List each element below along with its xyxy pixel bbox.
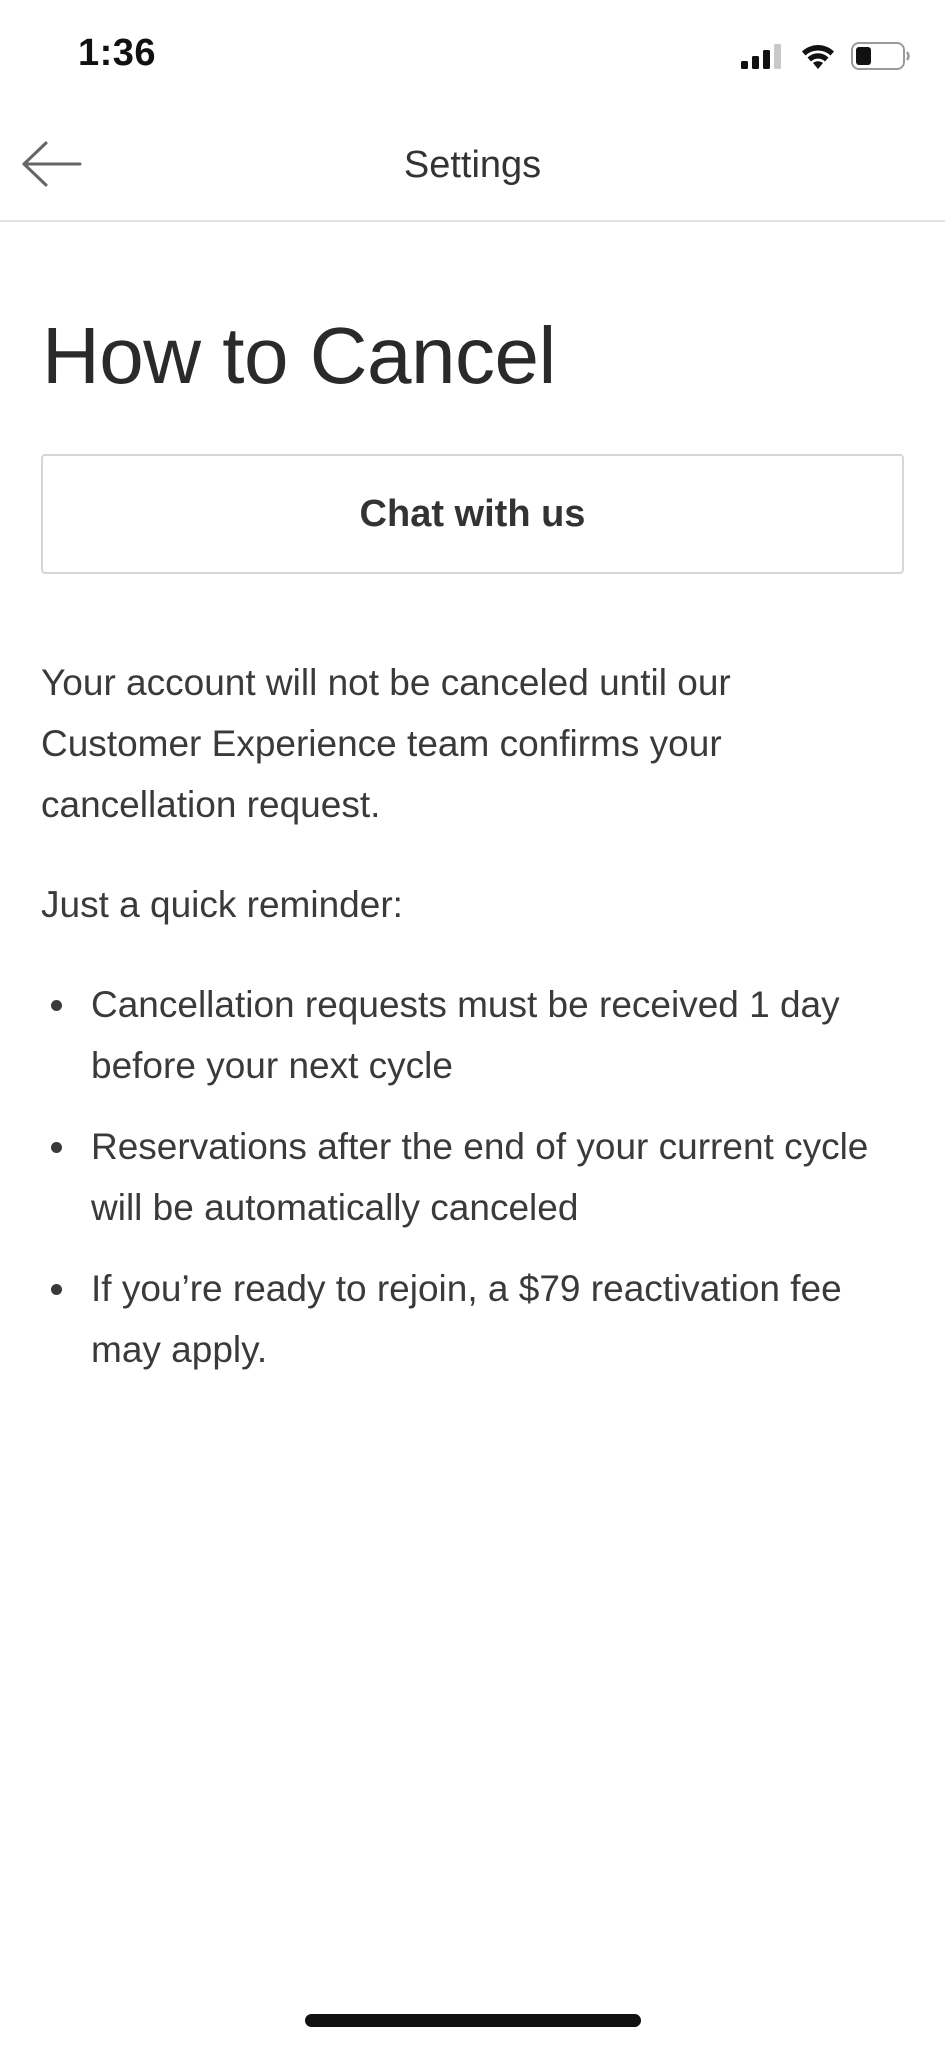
list-item: Cancellation requests must be received 1…	[41, 974, 891, 1096]
status-bar: 1:36	[0, 0, 945, 116]
battery-icon	[851, 42, 911, 75]
page-title: How to Cancel	[42, 311, 556, 400]
chat-with-us-button[interactable]: Chat with us	[41, 454, 904, 574]
reminder-heading: Just a quick reminder:	[41, 884, 403, 925]
list-item-text: If you’re ready to rejoin, a $79 reactiv…	[91, 1268, 842, 1370]
reminder-list: Cancellation requests must be received 1…	[41, 974, 891, 1400]
status-time: 1:36	[78, 32, 157, 74]
list-item: Reservations after the end of your curre…	[41, 1116, 891, 1238]
bullet-icon	[51, 1142, 62, 1153]
header-title: Settings	[403, 144, 542, 186]
status-icons	[741, 42, 911, 75]
list-item: If you’re ready to rejoin, a $79 reactiv…	[41, 1258, 891, 1380]
navigation-header: Settings	[0, 116, 945, 222]
wifi-icon	[799, 42, 837, 75]
list-item-text: Reservations after the end of your curre…	[91, 1126, 869, 1228]
list-item-text: Cancellation requests must be received 1…	[91, 984, 840, 1086]
home-indicator[interactable]	[305, 2014, 641, 2027]
bullet-icon	[51, 1000, 62, 1011]
intro-text: Your account will not be canceled until …	[41, 662, 731, 825]
bullet-icon	[51, 1284, 62, 1295]
cellular-signal-icon	[741, 43, 785, 74]
